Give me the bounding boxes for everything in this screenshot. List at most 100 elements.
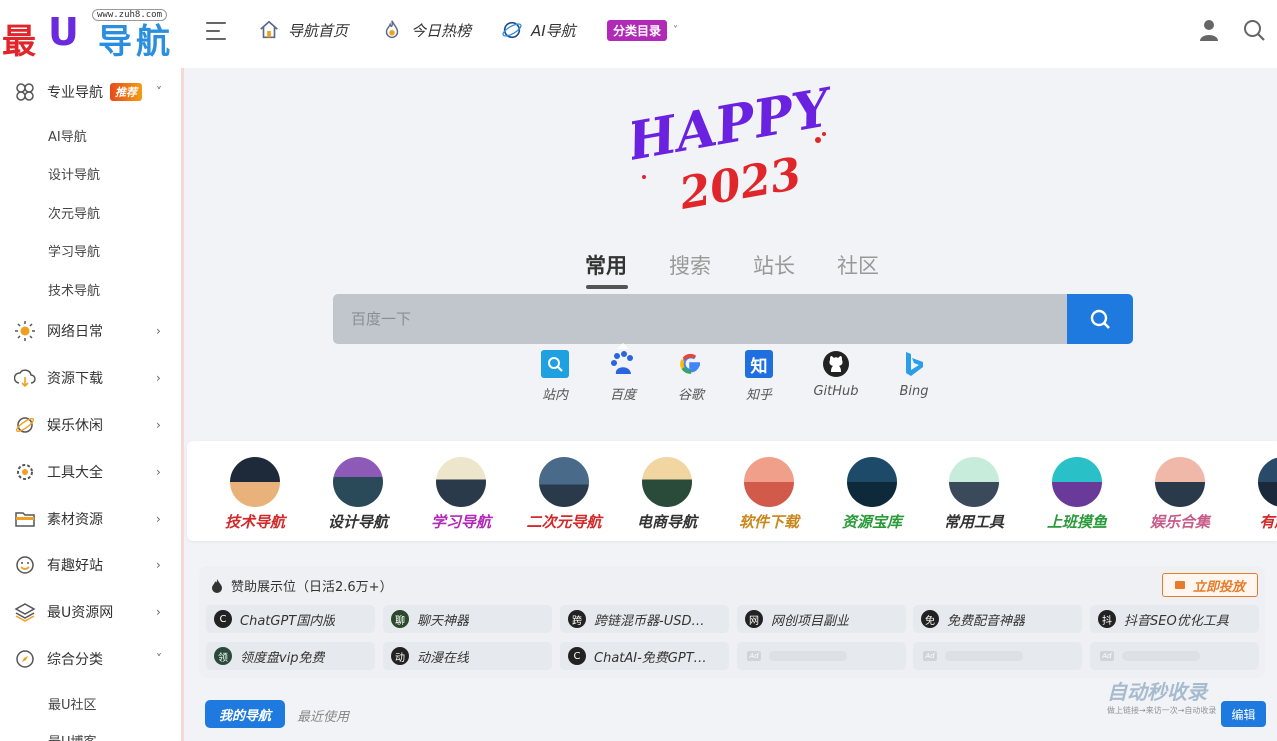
sponsor-logo-icon: 网 (745, 610, 763, 628)
sidebar-item-label: 有趣好站 (47, 558, 103, 574)
sponsor-empty-slot[interactable]: Ad (737, 642, 906, 670)
sidebar-item-tools[interactable]: 工具大全 › (0, 454, 181, 490)
placeholder-bar (945, 651, 1023, 661)
ad-placeholder-icon: Ad (1100, 651, 1114, 661)
topnav-home[interactable]: 导航首页 (258, 16, 348, 44)
category-ecommerce[interactable]: 电商导航 (617, 457, 717, 532)
category-resources[interactable]: 资源宝库 (822, 457, 922, 532)
sponsor-logo-icon: 动 (391, 647, 409, 665)
study-thumb-icon (436, 457, 486, 507)
sponsor-link[interactable]: C ChatGPT国内版 (206, 605, 375, 633)
engine-label: Bing (899, 384, 929, 399)
engine-zhihu[interactable]: 知 知乎 (729, 350, 789, 403)
engine-baidu[interactable]: 百度 (593, 350, 653, 403)
sponsor-link[interactable]: C ChatAI-免费GPT… (560, 642, 729, 670)
site-logo[interactable]: 最 U 导航 www.zuh8.com (0, 6, 182, 62)
category-interesting[interactable]: 有趣... (1233, 457, 1277, 532)
chevron-right-icon: › (156, 371, 161, 385)
tab-search[interactable]: 搜索 (669, 250, 711, 280)
sidebar-sub-study[interactable]: 学习导航 (48, 241, 100, 260)
sponsor-logo-icon: C (214, 610, 232, 628)
search-button[interactable] (1067, 294, 1133, 344)
sidebar-item-pro-nav[interactable]: 专业导航 推荐 ˅ (0, 74, 181, 110)
topnav-hot[interactable]: 今日热榜 (381, 16, 471, 44)
sponsor-logo-icon: 领 (214, 647, 232, 665)
advertise-now-label: 立即投放 (1192, 579, 1245, 595)
sponsor-link-label: 免费配音神器 (947, 613, 1026, 629)
sidebar-item-materials[interactable]: 素材资源 › (0, 501, 181, 537)
search-input[interactable] (333, 294, 1068, 344)
sidebar-item-label: 素材资源 (47, 512, 103, 528)
engine-bing[interactable]: Bing (884, 350, 944, 399)
category-anime[interactable]: 二次元导航 (514, 457, 614, 532)
zhihu-icon: 知 (745, 350, 773, 378)
tab-webmaster[interactable]: 站长 (753, 250, 795, 280)
logo-char-1: 最 (2, 22, 36, 62)
sponsor-link[interactable]: 动动漫在线 (383, 642, 552, 670)
engine-label: 谷歌 (677, 388, 704, 403)
sponsor-link[interactable]: 跨跨链混币器-USD… (560, 605, 729, 633)
category-label: 上班摸鱼 (1046, 513, 1107, 531)
category-tools[interactable]: 常用工具 (924, 457, 1024, 532)
sidebar-item-label: 娱乐休闲 (47, 418, 103, 434)
engine-github[interactable]: GitHub (806, 350, 866, 399)
engine-google[interactable]: 谷歌 (661, 350, 721, 403)
topnav-ai[interactable]: AI导航 (501, 16, 576, 44)
sidebar-sub-design[interactable]: 设计导航 (48, 164, 100, 183)
category-slacking[interactable]: 上班摸鱼 (1027, 457, 1127, 532)
sponsor-link[interactable]: 聊聊天神器 (383, 605, 552, 633)
user-icon[interactable] (1199, 19, 1219, 41)
sidebar-sub-ai[interactable]: AI导航 (48, 126, 87, 145)
chevron-down-icon: ˅ (156, 652, 162, 666)
site-search-icon (541, 350, 569, 378)
category-menu-label: 分类目录 (607, 19, 668, 41)
engine-site[interactable]: 站内 (525, 350, 585, 403)
category-study[interactable]: 学习导航 (411, 457, 511, 532)
recent-tab[interactable]: 最近使用 (297, 706, 349, 725)
category-label: 娱乐合集 (1149, 513, 1210, 531)
google-icon (677, 350, 705, 378)
sidebar-sub-anime[interactable]: 次元导航 (48, 203, 100, 222)
ad-placeholder-icon: Ad (747, 651, 761, 661)
category-software[interactable]: 软件下载 (719, 457, 819, 532)
tab-community[interactable]: 社区 (837, 250, 879, 280)
sidebar-item-general[interactable]: 综合分类 ˅ (0, 641, 181, 677)
sidebar-item-zuiu-resources[interactable]: 最U资源网 › (0, 594, 181, 630)
ad-icon (1174, 581, 1185, 589)
sidebar-item-daily[interactable]: 网络日常 › (0, 313, 181, 349)
menu-toggle-icon[interactable] (206, 22, 228, 42)
chevron-right-icon: › (156, 512, 161, 526)
advertise-now-button[interactable]: 立即投放 (1162, 573, 1258, 597)
sidebar-item-label: 资源下载 (47, 371, 103, 387)
sidebar-item-entertainment[interactable]: 娱乐休闲 › (0, 407, 181, 443)
topnav-hot-label: 今日热榜 (411, 21, 472, 40)
search-icon[interactable] (1243, 19, 1265, 41)
sponsor-link[interactable]: 免免费配音神器 (913, 605, 1082, 633)
tab-common[interactable]: 常用 (585, 250, 627, 280)
category-fun-collection[interactable]: 娱乐合集 (1130, 457, 1230, 532)
sponsor-empty-slot[interactable]: Ad (913, 642, 1082, 670)
sidebar-sub-tech[interactable]: 技术导航 (48, 280, 100, 299)
sidebar-sub-community[interactable]: 最U社区 (48, 694, 97, 713)
category-menu[interactable]: 分类目录 ˅ (607, 16, 678, 44)
sponsor-link[interactable]: 领领度盘vip免费 (206, 642, 375, 670)
sidebar-sub-blog[interactable]: 最U博客 (48, 731, 97, 741)
sponsor-link[interactable]: 抖抖音SEO优化工具 (1090, 605, 1259, 633)
category-label: 资源宝库 (841, 513, 902, 531)
sidebar: 专业导航 推荐 ˅ AI导航 设计导航 次元导航 学习导航 技术导航 网络日常 … (0, 68, 184, 741)
sponsor-empty-slot[interactable]: Ad (1090, 642, 1259, 670)
sponsor-link-label: 网创项目副业 (771, 613, 850, 629)
category-tech[interactable]: 技术导航 (205, 457, 305, 532)
layers-icon (14, 603, 36, 622)
my-nav-tab[interactable]: 我的导航 (205, 700, 285, 728)
tech-thumb-icon (230, 457, 280, 507)
sidebar-item-download[interactable]: 资源下载 › (0, 360, 181, 396)
happy-2023-banner: HAPPY 2023 (632, 82, 832, 220)
category-design[interactable]: 设计导航 (308, 457, 408, 532)
sidebar-item-fun[interactable]: 有趣好站 › (0, 547, 181, 583)
anime-thumb-icon (539, 457, 589, 507)
sponsor-link[interactable]: 网网创项目副业 (737, 605, 906, 633)
sponsor-logo-icon: 跨 (568, 610, 586, 628)
compass-icon (16, 650, 34, 668)
search-box (333, 294, 1068, 344)
